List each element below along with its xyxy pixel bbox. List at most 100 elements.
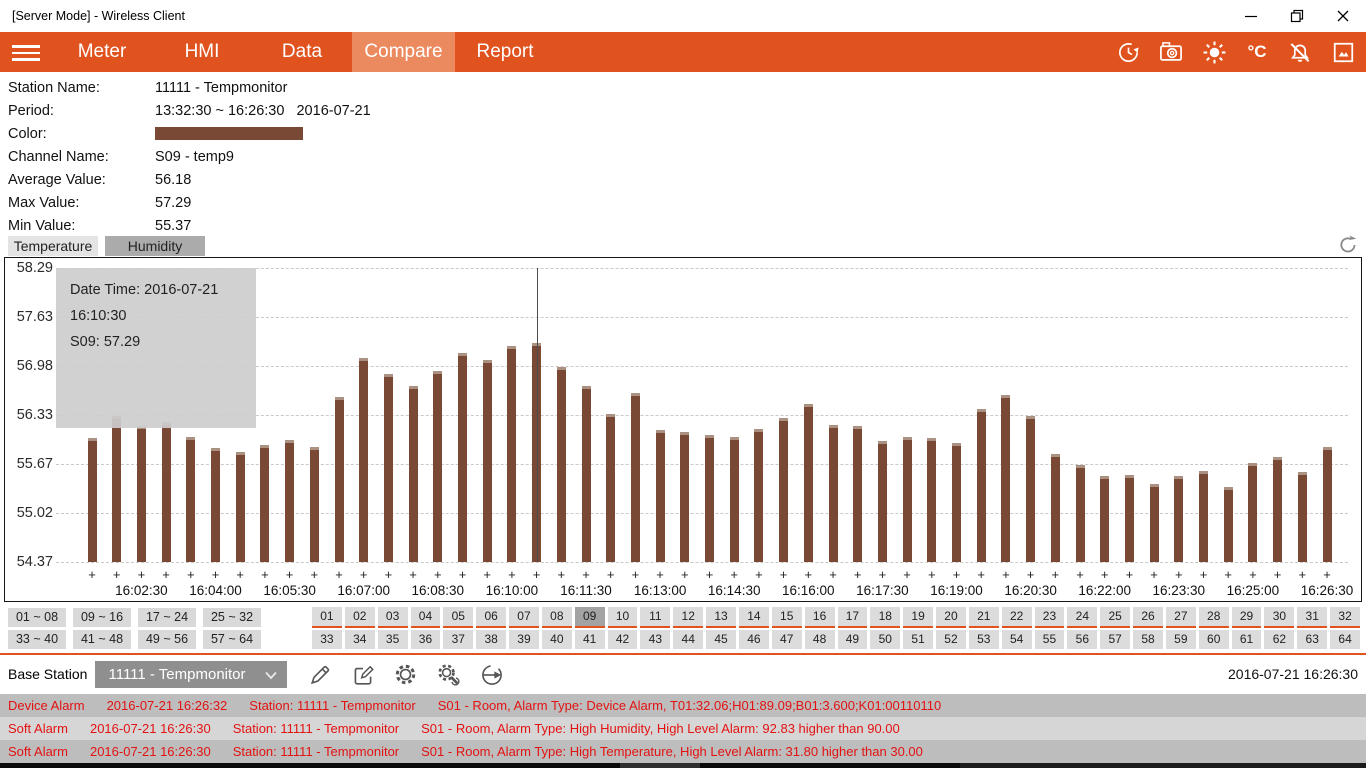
bar[interactable] [309, 447, 319, 562]
channel-09[interactable]: 09 [574, 607, 605, 628]
channel-50[interactable]: 50 [870, 630, 901, 649]
bar[interactable] [803, 403, 813, 562]
channel-22[interactable]: 22 [1001, 607, 1032, 628]
bar[interactable] [1149, 484, 1159, 562]
bar[interactable] [655, 430, 665, 562]
range-button-33~40[interactable]: 33 ~ 40 [8, 630, 66, 649]
base-station-dropdown[interactable]: 11111 - Tempmonitor [95, 661, 287, 688]
bar[interactable] [285, 439, 295, 562]
range-button-01~08[interactable]: 01 ~ 08 [8, 608, 66, 627]
bar[interactable] [556, 367, 566, 562]
nav-tab-meter[interactable]: Meter [52, 32, 152, 72]
sync-arrow-icon[interactable] [478, 661, 505, 688]
channel-47[interactable]: 47 [771, 630, 802, 649]
bar[interactable] [1050, 454, 1060, 562]
channel-10[interactable]: 10 [607, 607, 638, 628]
bar[interactable] [1199, 471, 1208, 562]
bar[interactable] [136, 426, 146, 562]
bar[interactable] [630, 393, 640, 562]
channel-21[interactable]: 21 [968, 607, 999, 628]
channel-06[interactable]: 06 [476, 607, 507, 628]
bar[interactable] [507, 346, 517, 562]
range-button-25~32[interactable]: 25 ~ 32 [203, 608, 261, 627]
channel-49[interactable]: 49 [837, 630, 868, 649]
channel-12[interactable]: 12 [673, 607, 704, 628]
channel-35[interactable]: 35 [377, 630, 408, 649]
channel-25[interactable]: 25 [1100, 607, 1131, 628]
gear-wrench-icon[interactable] [435, 661, 462, 688]
bar[interactable] [680, 431, 690, 562]
channel-32[interactable]: 32 [1330, 607, 1360, 628]
alarm-row[interactable]: Soft Alarm 2016-07-21 16:26:30 Station: 11… [0, 740, 1366, 763]
channel-39[interactable]: 39 [509, 630, 539, 649]
bar[interactable] [1223, 487, 1233, 562]
channel-33[interactable]: 33 [312, 630, 342, 649]
bar[interactable] [1174, 475, 1184, 562]
channel-14[interactable]: 14 [738, 607, 769, 628]
channel-58[interactable]: 58 [1133, 630, 1163, 649]
range-button-17~24[interactable]: 17 ~ 24 [138, 608, 196, 627]
bar[interactable] [186, 436, 196, 562]
bar[interactable] [408, 385, 418, 562]
bar[interactable] [1297, 472, 1307, 562]
nav-tab-report[interactable]: Report [455, 32, 555, 72]
channel-52[interactable]: 52 [936, 630, 966, 649]
hamburger-menu-icon[interactable] [12, 41, 40, 63]
channel-51[interactable]: 51 [903, 630, 934, 649]
nav-tab-compare[interactable]: Compare [352, 32, 455, 72]
channel-27[interactable]: 27 [1165, 607, 1196, 628]
bar[interactable] [606, 414, 616, 562]
bar[interactable] [902, 436, 912, 562]
channel-34[interactable]: 34 [344, 630, 375, 649]
bar[interactable] [383, 373, 393, 562]
bar[interactable] [1273, 457, 1283, 562]
chart-refresh-button[interactable] [1336, 234, 1358, 256]
channel-29[interactable]: 29 [1231, 607, 1262, 628]
bar[interactable] [976, 409, 986, 562]
channel-55[interactable]: 55 [1034, 630, 1065, 649]
channel-18[interactable]: 18 [870, 607, 901, 628]
channel-13[interactable]: 13 [706, 607, 736, 628]
bar[interactable] [433, 370, 443, 562]
bar[interactable] [877, 441, 887, 562]
channel-17[interactable]: 17 [837, 607, 868, 628]
bar[interactable] [1124, 475, 1134, 562]
alarm-row[interactable]: Soft Alarm 2016-07-21 16:26:30 Station: 11… [0, 717, 1366, 740]
bar[interactable] [1100, 475, 1110, 562]
range-button-09~16[interactable]: 09 ~ 16 [73, 608, 131, 627]
edit-note-icon[interactable] [349, 661, 376, 688]
channel-48[interactable]: 48 [804, 630, 835, 649]
channel-24[interactable]: 24 [1067, 607, 1098, 628]
bar[interactable] [1075, 465, 1085, 562]
tab-temperature[interactable]: Temperature [8, 236, 98, 256]
bar[interactable] [705, 435, 714, 562]
channel-44[interactable]: 44 [673, 630, 704, 649]
channel-20[interactable]: 20 [936, 607, 966, 628]
range-button-49~56[interactable]: 49 ~ 56 [138, 630, 196, 649]
alarm-row[interactable]: Device Alarm 2016-07-21 16:26:32 Station: … [0, 694, 1366, 717]
alarm-mute-icon[interactable] [1287, 39, 1313, 65]
channel-57[interactable]: 57 [1100, 630, 1131, 649]
channel-36[interactable]: 36 [410, 630, 441, 649]
channel-54[interactable]: 54 [1001, 630, 1032, 649]
channel-30[interactable]: 30 [1264, 607, 1295, 628]
channel-56[interactable]: 56 [1067, 630, 1098, 649]
pencil-icon[interactable] [306, 661, 333, 688]
minimize-button[interactable] [1228, 0, 1274, 32]
channel-04[interactable]: 04 [410, 607, 441, 628]
channel-15[interactable]: 15 [771, 607, 802, 628]
channel-37[interactable]: 37 [443, 630, 474, 649]
range-button-57~64[interactable]: 57 ~ 64 [203, 630, 261, 649]
channel-02[interactable]: 02 [344, 607, 375, 628]
channel-53[interactable]: 53 [968, 630, 999, 649]
channel-62[interactable]: 62 [1264, 630, 1295, 649]
bar[interactable] [729, 436, 739, 562]
bar[interactable] [334, 397, 344, 562]
nav-tab-data[interactable]: Data [252, 32, 352, 72]
bar[interactable] [87, 438, 97, 562]
channel-16[interactable]: 16 [804, 607, 835, 628]
bar[interactable] [161, 421, 171, 562]
sync-clock-icon[interactable] [1115, 39, 1141, 65]
channel-19[interactable]: 19 [903, 607, 934, 628]
channel-01[interactable]: 01 [312, 607, 342, 628]
